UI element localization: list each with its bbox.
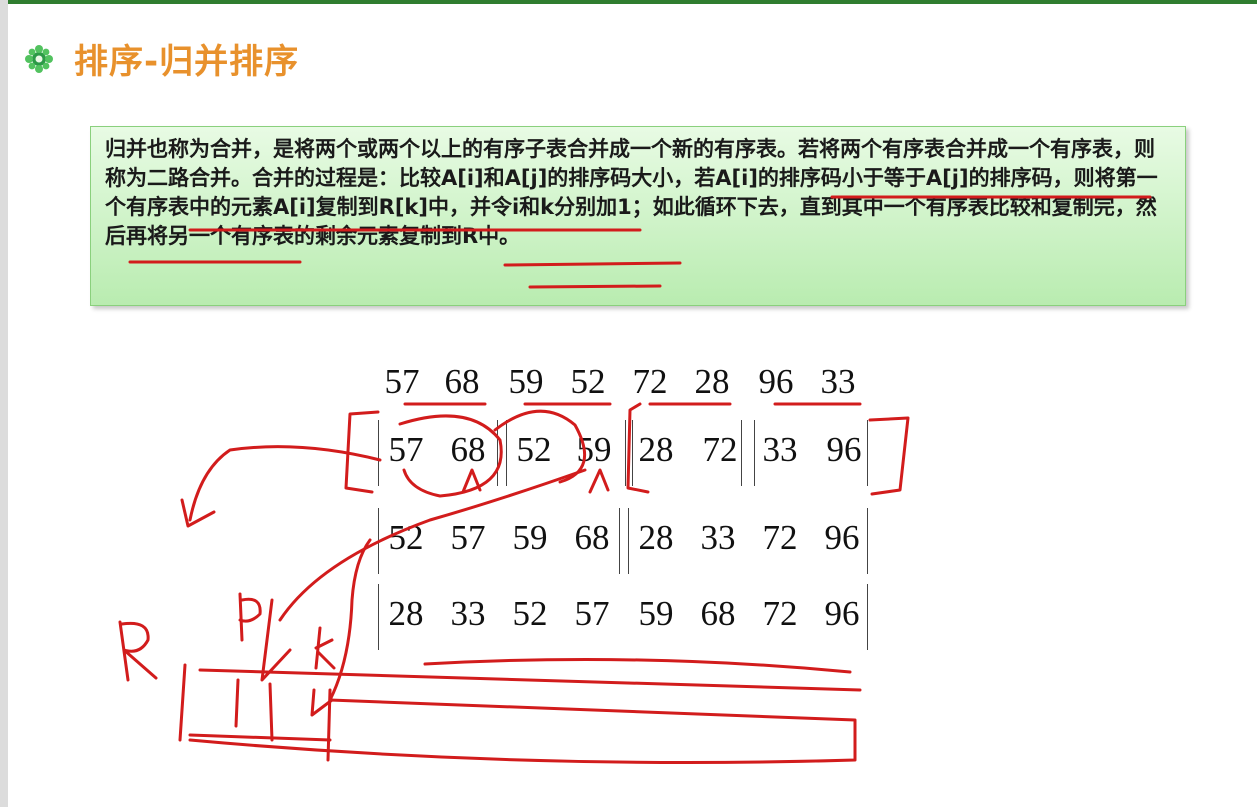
handwritten-annotations: R i k: [118, 195, 1152, 764]
